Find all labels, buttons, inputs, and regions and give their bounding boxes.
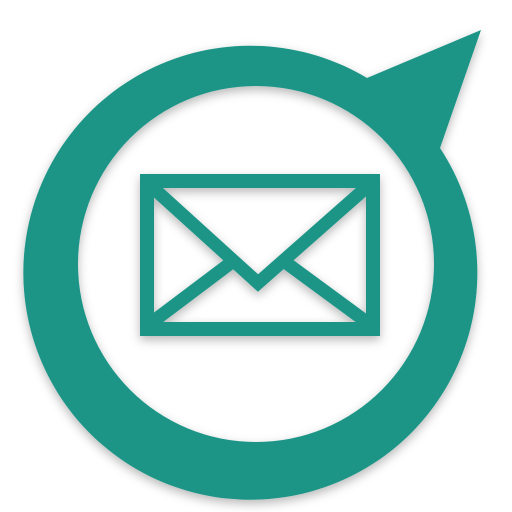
envelope-fold-left [147, 256, 236, 329]
mail-chat-bubble-icon [23, 30, 482, 500]
chat-bubble-ring [23, 30, 482, 500]
app-icon[interactable] [0, 0, 512, 512]
envelope-flap [146, 181, 373, 292]
envelope-fold-right [281, 256, 372, 329]
